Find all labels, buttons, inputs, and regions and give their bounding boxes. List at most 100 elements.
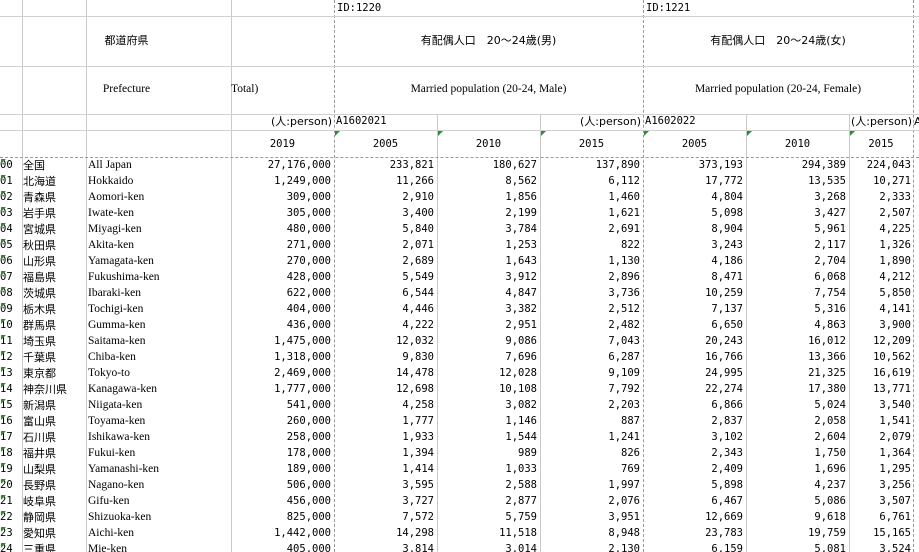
- cell-total[interactable]: 1,249,000: [231, 174, 331, 189]
- code-cell[interactable]: A1602021: [336, 114, 436, 129]
- cell-m2010[interactable]: 3,082: [437, 398, 537, 413]
- cell-f2015[interactable]: 2,079: [849, 430, 911, 445]
- year-header[interactable]: 2015: [849, 137, 913, 152]
- cell-jp[interactable]: 東京都: [23, 366, 86, 381]
- cell-jp[interactable]: 群馬県: [23, 318, 86, 333]
- cell-m2015[interactable]: 2,203: [540, 398, 640, 413]
- cell-f2005[interactable]: 6,159: [643, 542, 743, 552]
- cell-m2005[interactable]: 1,777: [334, 414, 434, 429]
- cell-total[interactable]: 309,000: [231, 190, 331, 205]
- cell-f2015[interactable]: 5,850: [849, 286, 911, 301]
- cell-jp[interactable]: 千葉県: [23, 350, 86, 365]
- cell-f2015[interactable]: 1,295: [849, 462, 911, 477]
- cell-jp[interactable]: 静岡県: [23, 510, 86, 525]
- male-header-en[interactable]: Married population (20-24, Male): [334, 82, 643, 97]
- cell-f2015[interactable]: 13,771: [849, 382, 911, 397]
- cell-m2015[interactable]: 1,241: [540, 430, 640, 445]
- cell-f2005[interactable]: 22,274: [643, 382, 743, 397]
- cell-m2015[interactable]: 887: [540, 414, 640, 429]
- cell-total[interactable]: 258,000: [231, 430, 331, 445]
- cell-f2010[interactable]: 13,535: [746, 174, 846, 189]
- cell-m2010[interactable]: 2,951: [437, 318, 537, 333]
- cell-f2010[interactable]: 9,618: [746, 510, 846, 525]
- cell-f2005[interactable]: 17,772: [643, 174, 743, 189]
- cell-en[interactable]: Tochigi-ken: [88, 302, 231, 317]
- cell-f2005[interactable]: 10,259: [643, 286, 743, 301]
- cell-m2010[interactable]: 8,562: [437, 174, 537, 189]
- cell-f2010[interactable]: 21,325: [746, 366, 846, 381]
- cell-jp[interactable]: 福井県: [23, 446, 86, 461]
- cell-f2015[interactable]: 10,271: [849, 174, 911, 189]
- cell-m2005[interactable]: 5,840: [334, 222, 434, 237]
- cell-m2010[interactable]: 1,856: [437, 190, 537, 205]
- cell-m2015[interactable]: 2,130: [540, 542, 640, 552]
- cell-total[interactable]: 622,000: [231, 286, 331, 301]
- cell-f2010[interactable]: 19,759: [746, 526, 846, 541]
- year-header[interactable]: 2010: [437, 137, 540, 152]
- cell-en[interactable]: Fukushima-ken: [88, 270, 231, 285]
- cell-f2015[interactable]: 1,890: [849, 254, 911, 269]
- cell-f2010[interactable]: 1,750: [746, 446, 846, 461]
- cell-jp[interactable]: 岐阜県: [23, 494, 86, 509]
- cell-en[interactable]: Shizuoka-ken: [88, 510, 231, 525]
- year-header[interactable]: 2019: [231, 137, 334, 152]
- cell-f2015[interactable]: 2,507: [849, 206, 911, 221]
- cell-m2005[interactable]: 1,933: [334, 430, 434, 445]
- cell-m2005[interactable]: 2,689: [334, 254, 434, 269]
- cell-m2005[interactable]: 14,478: [334, 366, 434, 381]
- cell-total[interactable]: 260,000: [231, 414, 331, 429]
- cell-f2005[interactable]: 8,471: [643, 270, 743, 285]
- cell-f2010[interactable]: 4,863: [746, 318, 846, 333]
- cell-f2005[interactable]: 3,243: [643, 238, 743, 253]
- cell-m2005[interactable]: 3,400: [334, 206, 434, 221]
- cell-f2005[interactable]: 24,995: [643, 366, 743, 381]
- cell-f2010[interactable]: 3,268: [746, 190, 846, 205]
- cell-f2005[interactable]: 6,467: [643, 494, 743, 509]
- cell-f2015[interactable]: 15,165: [849, 526, 911, 541]
- cell-m2005[interactable]: 3,814: [334, 542, 434, 552]
- cell-en[interactable]: Toyama-ken: [88, 414, 231, 429]
- cell-en[interactable]: Iwate-ken: [88, 206, 231, 221]
- cell-f2005[interactable]: 4,186: [643, 254, 743, 269]
- cell-m2005[interactable]: 2,071: [334, 238, 434, 253]
- male-header-jp[interactable]: 有配偶人口 20～24歳(男): [334, 33, 643, 48]
- cell-jp[interactable]: 福島県: [23, 270, 86, 285]
- cell-f2015[interactable]: 224,043: [849, 158, 911, 173]
- cell-total[interactable]: 271,000: [231, 238, 331, 253]
- cell-jp[interactable]: 新潟県: [23, 398, 86, 413]
- cell-m2015[interactable]: 7,043: [540, 334, 640, 349]
- cell-m2015[interactable]: 822: [540, 238, 640, 253]
- cell-jp[interactable]: 岩手県: [23, 206, 86, 221]
- cell-m2005[interactable]: 7,572: [334, 510, 434, 525]
- cell-total[interactable]: 428,000: [231, 270, 331, 285]
- cell-m2015[interactable]: 6,112: [540, 174, 640, 189]
- cell-f2005[interactable]: 7,137: [643, 302, 743, 317]
- cell-m2015[interactable]: 9,109: [540, 366, 640, 381]
- cell-total[interactable]: 405,000: [231, 542, 331, 552]
- cell-en[interactable]: Mie-ken: [88, 542, 231, 552]
- cell-m2015[interactable]: 7,792: [540, 382, 640, 397]
- cell-jp[interactable]: 石川県: [23, 430, 86, 445]
- prefecture-header-jp[interactable]: 都道府県: [22, 33, 231, 48]
- cell-m2015[interactable]: 1,460: [540, 190, 640, 205]
- cell-total[interactable]: 27,176,000: [231, 158, 331, 173]
- cell-m2015[interactable]: 1,997: [540, 478, 640, 493]
- cell-f2005[interactable]: 20,243: [643, 334, 743, 349]
- cell-en[interactable]: Aomori-ken: [88, 190, 231, 205]
- cell-f2005[interactable]: 23,783: [643, 526, 743, 541]
- cell-f2010[interactable]: 7,754: [746, 286, 846, 301]
- cell-m2015[interactable]: 826: [540, 446, 640, 461]
- cell-m2005[interactable]: 6,544: [334, 286, 434, 301]
- cell-jp[interactable]: 埼玉県: [23, 334, 86, 349]
- cell-f2010[interactable]: 2,604: [746, 430, 846, 445]
- cell-en[interactable]: Niigata-ken: [88, 398, 231, 413]
- cell-f2010[interactable]: 3,427: [746, 206, 846, 221]
- cell-m2005[interactable]: 5,549: [334, 270, 434, 285]
- cell-f2015[interactable]: 4,141: [849, 302, 911, 317]
- cell-en[interactable]: Tokyo-to: [88, 366, 231, 381]
- cell-total[interactable]: 404,000: [231, 302, 331, 317]
- cell-en[interactable]: Miyagi-ken: [88, 222, 231, 237]
- cell-f2010[interactable]: 1,696: [746, 462, 846, 477]
- cell-m2010[interactable]: 3,382: [437, 302, 537, 317]
- cell-f2010[interactable]: 5,086: [746, 494, 846, 509]
